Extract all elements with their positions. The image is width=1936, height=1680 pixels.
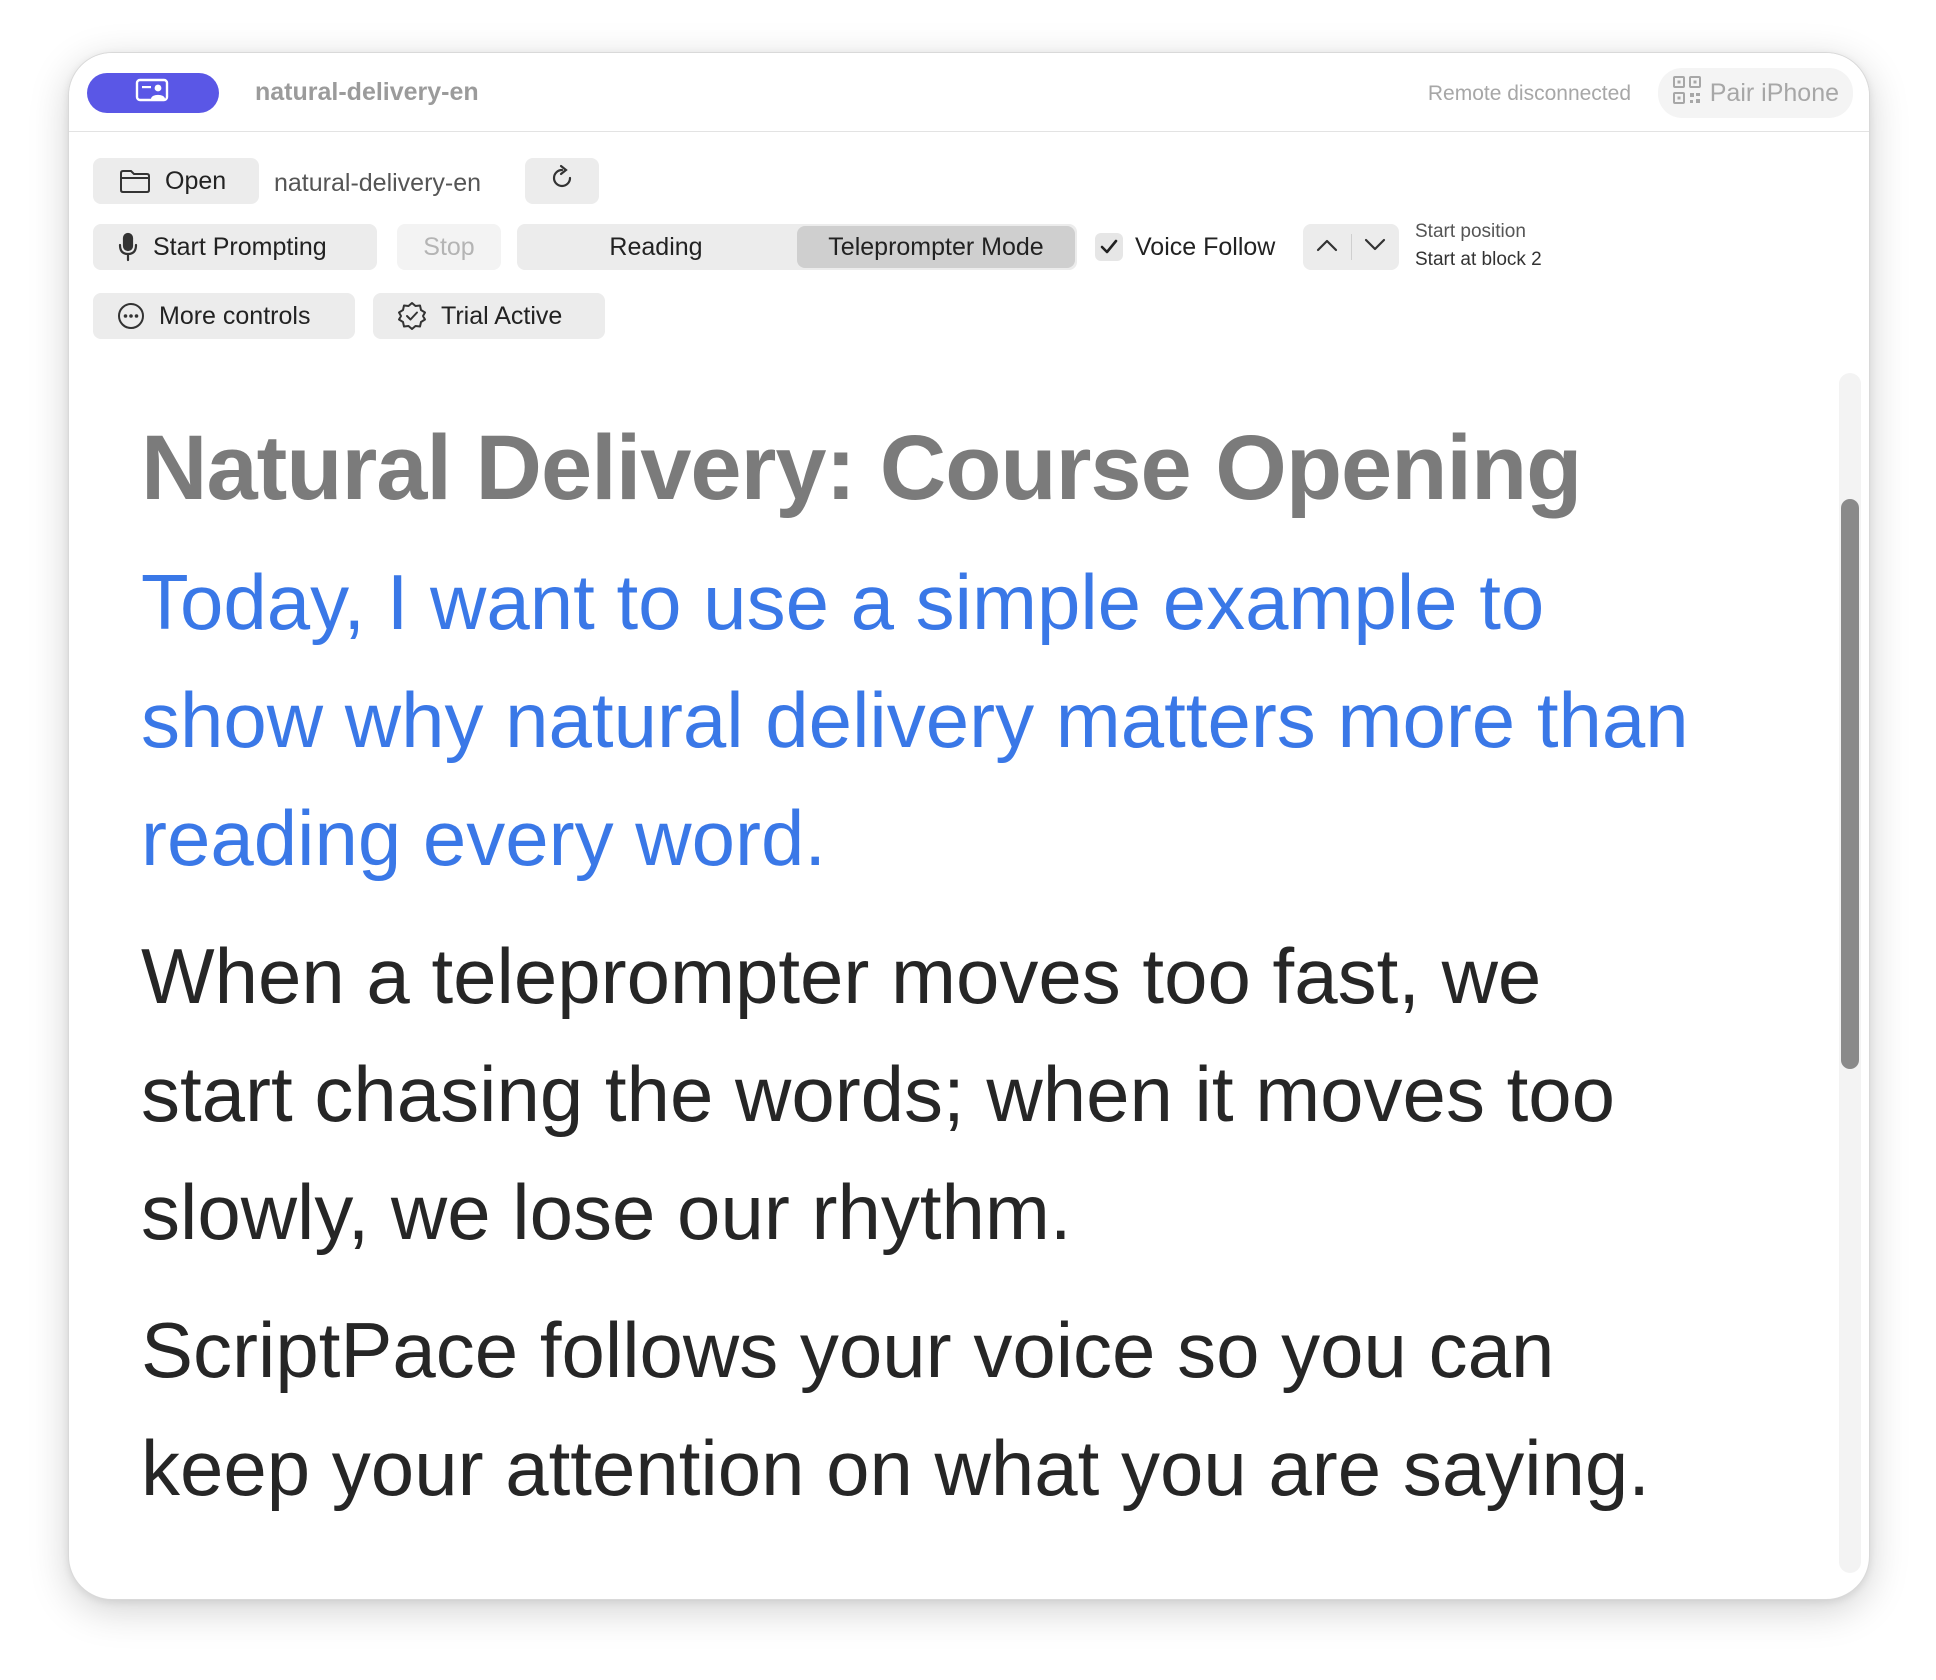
step-down-button[interactable] <box>1352 224 1400 270</box>
remote-status: Remote disconnected <box>1427 82 1631 105</box>
scrollbar-thumb[interactable] <box>1841 499 1859 1069</box>
more-controls-label: More controls <box>159 301 311 330</box>
script-content: Natural Delivery: Course Opening Today, … <box>141 413 1701 1527</box>
stop-button[interactable]: Stop <box>397 224 501 270</box>
chevron-down-icon <box>1364 238 1386 257</box>
stop-label: Stop <box>423 232 475 261</box>
trial-active-button[interactable]: Trial Active <box>373 293 605 339</box>
start-prompting-button[interactable]: Start Prompting <box>93 224 377 270</box>
app-window: natural-delivery-en Remote disconnected … <box>68 52 1870 1600</box>
pair-iphone-label: Pair iPhone <box>1709 78 1839 107</box>
reload-button[interactable] <box>525 158 599 204</box>
folder-icon <box>119 168 151 194</box>
more-controls-button[interactable]: More controls <box>93 293 355 339</box>
pair-iphone-button[interactable]: Pair iPhone <box>1657 68 1853 118</box>
title-bar: natural-delivery-en Remote disconnected … <box>69 53 1869 132</box>
screen-person-icon <box>135 77 171 110</box>
microphone-icon <box>117 232 139 262</box>
script-block: ScriptPace follows your voice so you can… <box>141 1306 1650 1512</box>
tab-teleprompter-mode[interactable]: Teleprompter Mode <box>797 226 1075 268</box>
checkmark-seal-icon <box>397 301 427 331</box>
start-position-label: Start position <box>1415 221 1526 242</box>
voice-follow-label: Voice Follow <box>1135 233 1276 261</box>
app-mode-button[interactable] <box>87 73 219 113</box>
voice-follow-checkbox[interactable] <box>1095 233 1123 261</box>
ellipsis-circle-icon <box>117 302 145 330</box>
script-block: When a teleprompter moves too fast, we s… <box>141 932 1616 1256</box>
script-title: Natural Delivery: Course Opening <box>141 417 1582 519</box>
reload-icon <box>548 164 576 199</box>
block-stepper <box>1303 224 1399 270</box>
open-button[interactable]: Open <box>93 158 259 204</box>
mode-segmented-control: Reading Teleprompter Mode <box>517 224 1077 270</box>
script-block-current: Today, I want to use a simple example to… <box>141 558 1689 882</box>
start-prompting-label: Start Prompting <box>153 232 327 261</box>
qr-code-icon <box>1672 75 1702 112</box>
tab-reading[interactable]: Reading <box>517 224 795 270</box>
start-position-value: Start at block 2 <box>1415 249 1542 270</box>
open-label: Open <box>165 166 227 195</box>
trial-active-label: Trial Active <box>441 301 563 330</box>
window-title: natural-delivery-en <box>255 78 479 106</box>
step-up-button[interactable] <box>1303 224 1351 270</box>
file-name: natural-delivery-en <box>274 169 482 197</box>
chevron-up-icon <box>1316 238 1338 257</box>
